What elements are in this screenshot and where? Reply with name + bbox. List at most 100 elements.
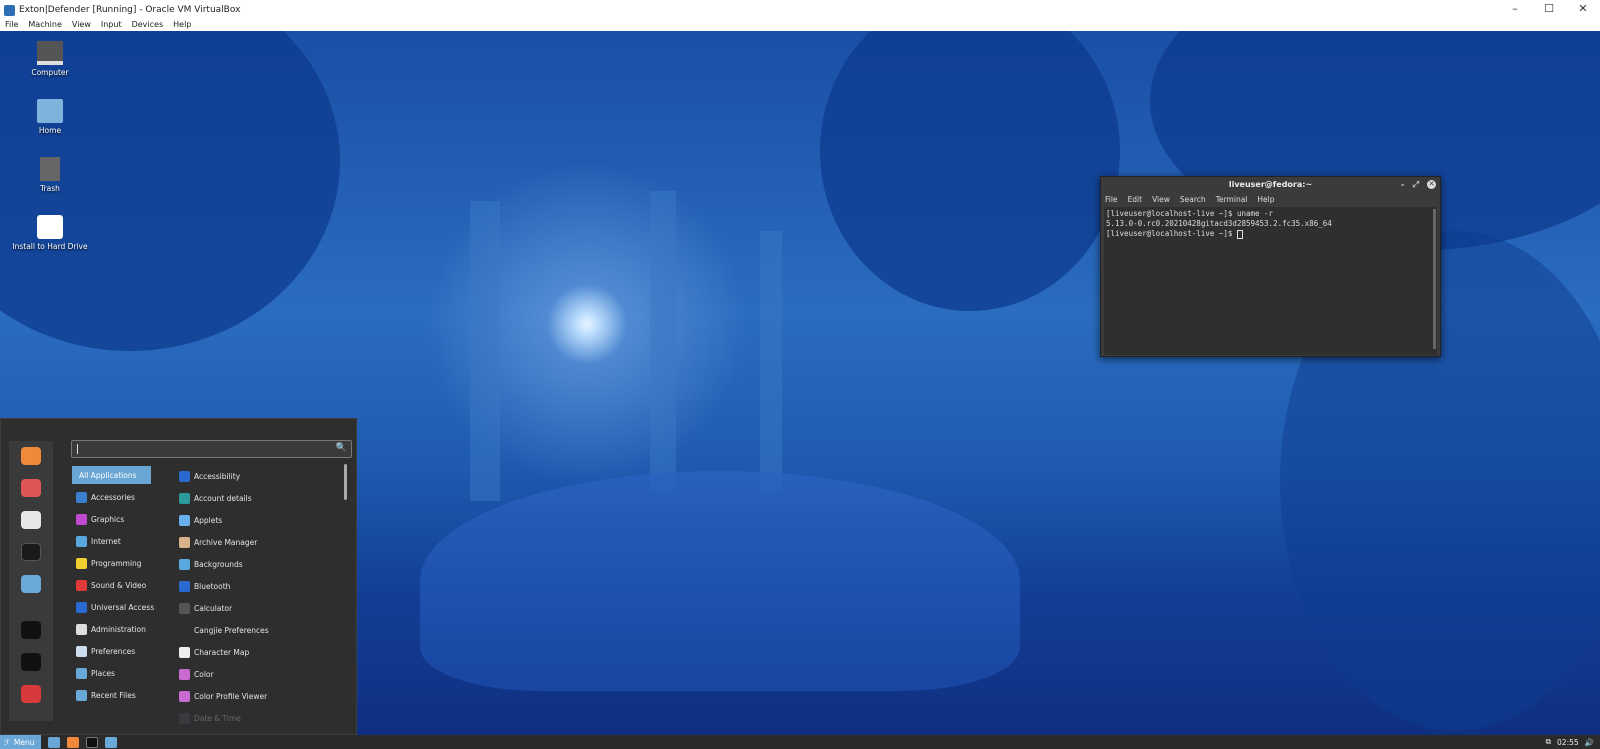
lock-icon[interactable] xyxy=(21,621,41,639)
menu-button-label: Menu xyxy=(13,737,35,747)
category-item[interactable]: Administration xyxy=(76,620,146,638)
app-item[interactable]: Cangjie Preferences xyxy=(179,621,269,639)
terminal-window[interactable]: liveuser@fedora:~ – ⤢ ✕ File Edit View S… xyxy=(1100,176,1441,357)
category-label: All Applications xyxy=(79,470,137,480)
category-item[interactable]: Programming xyxy=(76,554,142,572)
category-icon xyxy=(76,623,87,635)
wallpaper-tree xyxy=(470,201,500,501)
clock[interactable]: 02:55 xyxy=(1557,738,1579,747)
category-label: Programming xyxy=(91,558,142,568)
desktop-icon-label: Install to Hard Drive xyxy=(12,242,88,251)
desktop-icon-home[interactable]: Home xyxy=(10,99,90,135)
terminal-menu-view[interactable]: View xyxy=(1152,195,1170,205)
app-item[interactable]: Character Map xyxy=(179,643,249,661)
terminal-maximize-button[interactable]: ⤢ xyxy=(1413,177,1419,193)
category-item[interactable]: Internet xyxy=(76,532,121,550)
app-label: Bluetooth xyxy=(194,581,231,591)
wallpaper-tree xyxy=(760,231,782,491)
app-icon xyxy=(179,668,190,680)
category-icon xyxy=(76,491,87,503)
category-item[interactable]: Sound & Video xyxy=(76,576,146,594)
logout-icon[interactable] xyxy=(21,653,41,671)
terminal-launcher-icon[interactable] xyxy=(86,736,98,748)
terminal-menu-edit[interactable]: Edit xyxy=(1128,195,1143,205)
network-icon[interactable]: ⧉ xyxy=(1546,737,1551,747)
category-item[interactable]: Universal Access xyxy=(76,598,154,616)
category-label: Universal Access xyxy=(91,602,155,612)
desktop-icon-computer[interactable]: Computer xyxy=(10,41,90,77)
category-label: Accessories xyxy=(91,492,135,502)
settings-icon[interactable] xyxy=(21,511,41,529)
volume-icon[interactable]: 🔊 xyxy=(1585,738,1594,747)
terminal-menu-terminal[interactable]: Terminal xyxy=(1216,195,1248,205)
menu-button[interactable]: ℱ Menu xyxy=(0,735,41,749)
close-button[interactable]: ✕ xyxy=(1566,0,1600,18)
favorites-bar xyxy=(9,441,53,721)
firefox-icon[interactable] xyxy=(21,447,41,465)
category-icon xyxy=(76,645,87,657)
category-item[interactable]: Accessories xyxy=(76,488,135,506)
app-label: Calculator xyxy=(194,603,233,613)
category-icon xyxy=(76,667,87,679)
files-launcher-icon[interactable] xyxy=(105,736,117,748)
window-title: Exton|Defender [Running] - Oracle VM Vir… xyxy=(19,5,241,15)
app-item[interactable]: Color Profile Viewer xyxy=(179,687,267,705)
desktop-icon-install[interactable]: Install to Hard Drive xyxy=(10,215,90,251)
app-label: Accessibility xyxy=(194,471,241,481)
terminal-menu-file[interactable]: File xyxy=(1105,195,1118,205)
terminal-scrollbar[interactable] xyxy=(1433,209,1436,349)
app-item[interactable]: Date & Time xyxy=(179,709,241,727)
menu-search-input[interactable]: 🔍 xyxy=(71,440,352,458)
app-item[interactable]: Archive Manager xyxy=(179,533,257,551)
app-icon xyxy=(179,646,190,658)
category-icon xyxy=(76,601,87,613)
category-icon xyxy=(76,535,87,547)
app-item[interactable]: Accessibility xyxy=(179,467,240,485)
app-label: Color xyxy=(194,669,214,679)
app-icon xyxy=(179,470,190,482)
desktop-icon-label: Home xyxy=(38,126,62,135)
app-item[interactable]: Applets xyxy=(179,511,222,529)
category-item[interactable]: Recent Files xyxy=(76,686,136,704)
fedora-icon: ℱ xyxy=(4,737,10,747)
category-item[interactable]: Preferences xyxy=(76,642,135,660)
desktop-icon-trash[interactable]: Trash xyxy=(10,157,90,193)
terminal-titlebar[interactable]: liveuser@fedora:~ – ⤢ ✕ xyxy=(1101,177,1440,193)
terminal-icon[interactable] xyxy=(21,543,41,561)
category-item[interactable]: Graphics xyxy=(76,510,124,528)
app-icon xyxy=(179,492,190,504)
firefox-launcher-icon[interactable] xyxy=(67,736,79,748)
software-icon[interactable] xyxy=(21,479,41,497)
terminal-output[interactable]: [liveuser@localhost-live ~]$ uname -r 5.… xyxy=(1104,207,1437,355)
app-label: Color Profile Viewer xyxy=(194,691,268,701)
terminal-menu-search[interactable]: Search xyxy=(1180,195,1206,205)
terminal-menu-help[interactable]: Help xyxy=(1257,195,1274,205)
category-item[interactable]: Places xyxy=(76,664,115,682)
terminal-minimize-button[interactable]: – xyxy=(1401,177,1405,193)
app-icon xyxy=(179,514,190,526)
trash-icon xyxy=(40,157,60,181)
app-item[interactable]: Color xyxy=(179,665,214,683)
terminal-prompt: [liveuser@localhost-live ~]$ xyxy=(1106,229,1237,238)
minimize-button[interactable]: – xyxy=(1498,0,1532,18)
category-label: Sound & Video xyxy=(91,580,147,590)
maximize-button[interactable]: ☐ xyxy=(1532,0,1566,18)
category-item[interactable]: All Applications xyxy=(72,466,151,484)
desktop-icon-label: Computer xyxy=(31,68,69,77)
terminal-line: [liveuser@localhost-live ~]$ uname -r xyxy=(1106,209,1274,218)
app-item[interactable]: Account details xyxy=(179,489,252,507)
app-label: Applets xyxy=(194,515,223,525)
category-label: Places xyxy=(91,668,115,678)
app-label: Cangjie Preferences xyxy=(194,625,269,635)
terminal-close-button[interactable]: ✕ xyxy=(1427,180,1436,189)
files-icon[interactable] xyxy=(21,575,41,593)
power-icon[interactable] xyxy=(21,685,41,703)
menu-scrollbar[interactable] xyxy=(344,464,347,500)
app-item[interactable]: Bluetooth xyxy=(179,577,230,595)
category-label: Recent Files xyxy=(91,690,136,700)
app-item[interactable]: Calculator xyxy=(179,599,232,617)
app-item[interactable]: Backgrounds xyxy=(179,555,243,573)
window-titlebar: Exton|Defender [Running] - Oracle VM Vir… xyxy=(0,0,1600,20)
show-desktop-icon[interactable] xyxy=(48,736,60,748)
category-label: Internet xyxy=(91,536,121,546)
